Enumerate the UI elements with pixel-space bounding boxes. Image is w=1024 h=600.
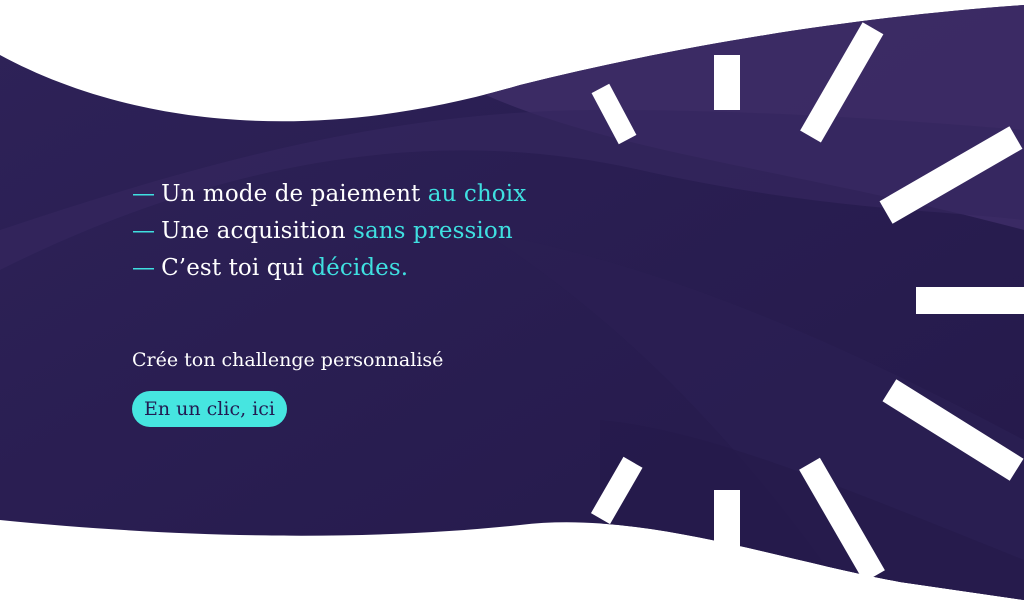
- tick-bottom: [714, 490, 740, 550]
- feature-list: — Un mode de paiement au choix — Une acqui…: [132, 176, 652, 287]
- cta-title: Crée ton challenge personnalisé: [132, 349, 444, 371]
- feature-highlight: sans pression: [353, 218, 513, 244]
- feature-text: Une acquisition: [161, 218, 354, 244]
- feature-text: Un mode de paiement: [161, 181, 428, 207]
- feature-highlight: décides.: [311, 255, 409, 281]
- banner-background: [0, 5, 1024, 600]
- feature-highlight: au choix: [427, 181, 527, 207]
- feature-item: — Une acquisition sans pression: [132, 213, 652, 250]
- dash-bullet: —: [132, 255, 156, 281]
- feature-item: — Un mode de paiement au choix: [132, 176, 652, 213]
- feature-text: C’est toi qui: [161, 255, 312, 281]
- feature-item: — C’est toi qui décides.: [132, 250, 652, 287]
- dash-bullet: —: [132, 181, 156, 207]
- cta-button[interactable]: En un clic, ici: [132, 391, 287, 427]
- dash-bullet: —: [132, 218, 156, 244]
- tick-right: [916, 287, 1024, 314]
- tick-top: [714, 55, 740, 110]
